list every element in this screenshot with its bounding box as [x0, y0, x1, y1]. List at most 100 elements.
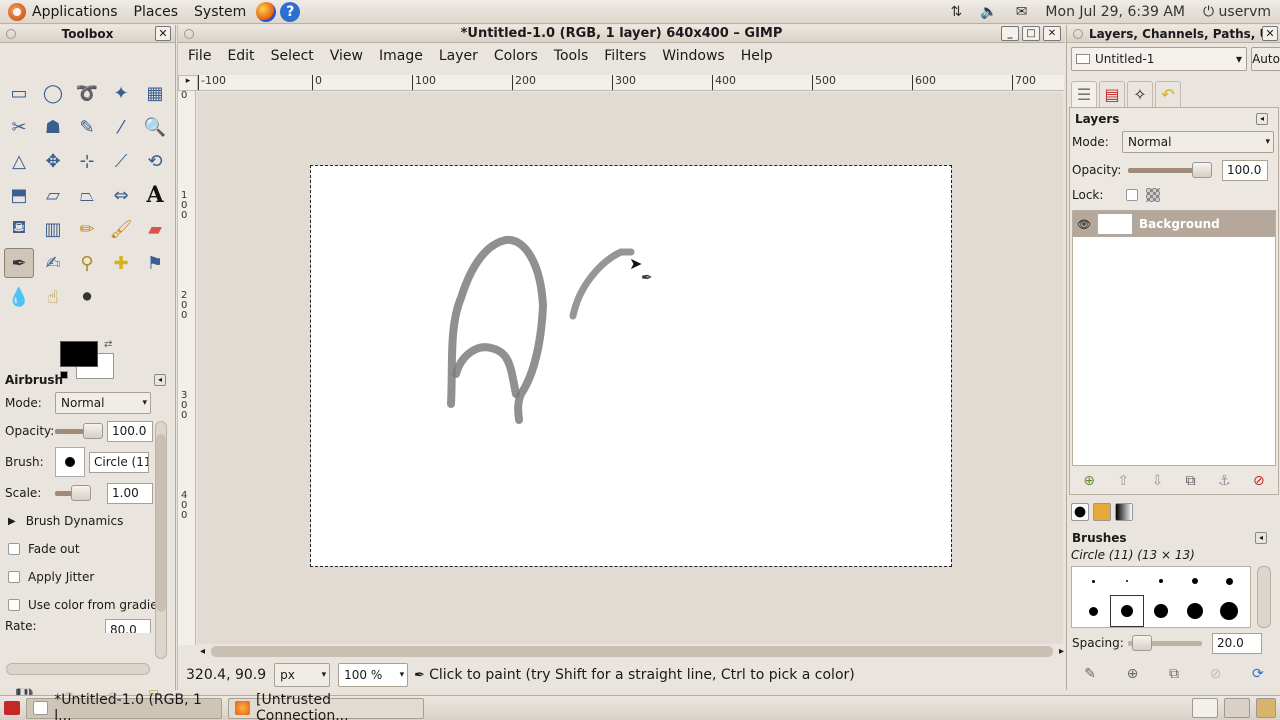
delete-layer-icon[interactable]: ⊘	[1253, 473, 1265, 489]
menu-tools[interactable]: Tools	[554, 48, 589, 64]
menu-view[interactable]: View	[330, 48, 363, 64]
image-window-titlebar[interactable]: *Untitled-1.0 (RGB, 1 layer) 640x400 – G…	[178, 25, 1065, 43]
clock[interactable]: Mon Jul 29, 6:39 AM	[1045, 4, 1185, 20]
brush-item[interactable]	[1212, 595, 1246, 627]
clone-icon[interactable]: ⚲	[72, 248, 102, 278]
auto-button[interactable]: Auto	[1251, 47, 1280, 71]
menu-select[interactable]: Select	[271, 48, 314, 64]
tab-patterns-icon[interactable]	[1093, 503, 1111, 521]
dodge-burn-icon[interactable]: ⚫	[72, 282, 102, 312]
brushes-menu-icon[interactable]: ◂	[1255, 532, 1267, 544]
spacing-spin[interactable]: 20.0	[1212, 632, 1262, 654]
blur-icon[interactable]: 💧	[4, 282, 34, 312]
layer-mode-combo[interactable]: Normal ▾	[1122, 131, 1274, 153]
edit-brush-icon[interactable]: ✎	[1084, 666, 1096, 682]
scroll-right-icon[interactable]: ▸	[1059, 646, 1064, 657]
tab-gradients-icon[interactable]	[1115, 503, 1133, 521]
applications-menu[interactable]: Applications	[0, 0, 126, 24]
paintbrush-icon[interactable]: 🖌	[106, 214, 136, 244]
rect-select-icon[interactable]: ▭	[4, 78, 34, 108]
tool-options-scrollbar[interactable]	[155, 421, 167, 659]
layer-opacity-slider[interactable]	[1128, 161, 1212, 178]
brush-item[interactable]	[1144, 567, 1178, 595]
duplicate-brush-icon[interactable]: ⧉	[1169, 666, 1179, 682]
blend-icon[interactable]: ▥	[38, 214, 68, 244]
menu-help[interactable]: Help	[741, 48, 773, 64]
user-menu[interactable]: ⏻ uservm	[1203, 4, 1271, 20]
visibility-eye-icon[interactable]: 👁	[1073, 218, 1095, 231]
workspace-2[interactable]	[1224, 698, 1250, 718]
text-tool-icon[interactable]: A	[140, 180, 170, 210]
canvas-area[interactable]: ➤ ✒	[197, 92, 1063, 644]
brush-preview[interactable]	[55, 447, 85, 477]
shear-icon[interactable]: ▱	[38, 180, 68, 210]
brush-item[interactable]	[1212, 567, 1246, 595]
paint-mode-combo[interactable]: Normal ▾	[55, 392, 151, 414]
refresh-brushes-icon[interactable]: ⟳	[1252, 666, 1264, 682]
layers-menu-icon[interactable]: ◂	[1256, 113, 1268, 125]
window-menu-icon[interactable]	[184, 29, 194, 39]
task-firefox[interactable]: [Untrusted Connection...	[228, 692, 424, 720]
close-toolbox-button[interactable]: ✕	[155, 26, 171, 41]
anchor-layer-icon[interactable]: ⚓	[1218, 473, 1231, 489]
window-menu-icon[interactable]	[1073, 29, 1083, 39]
swap-colors-icon[interactable]: ⇄	[104, 339, 112, 350]
fade-out-row[interactable]: Fade out	[0, 535, 176, 563]
scale-slider[interactable]	[55, 484, 91, 501]
brush-item[interactable]	[1076, 595, 1110, 627]
zoom-icon[interactable]: 🔍	[140, 112, 170, 142]
task-gimp-image[interactable]: *Untitled-1.0 (RGB, 1 l...	[26, 692, 222, 720]
move-icon[interactable]: ✥	[38, 146, 68, 176]
fuzzy-select-icon[interactable]: ✦	[106, 78, 136, 108]
dock-titlebar[interactable]: Layers, Channels, Paths, U ✕	[1067, 25, 1280, 43]
mail-icon[interactable]: ✉	[1016, 4, 1028, 20]
trash-icon[interactable]	[1256, 698, 1276, 718]
layer-opacity-spin[interactable]: 100.0	[1222, 159, 1268, 181]
scale-icon[interactable]: ⬒	[4, 180, 34, 210]
use-color-checkbox[interactable]	[8, 599, 20, 611]
brush-dynamics-expander[interactable]: ▶ Brush Dynamics	[0, 507, 176, 535]
tab-paths-icon[interactable]: ✧	[1127, 81, 1153, 107]
tab-brushes-icon[interactable]	[1071, 503, 1089, 521]
menu-filters[interactable]: Filters	[604, 48, 646, 64]
image-select-combo[interactable]: Untitled-1 ▾	[1071, 47, 1247, 71]
rate-spin[interactable]: 80.0	[105, 619, 151, 633]
volume-icon[interactable]: 🔈	[980, 4, 997, 20]
opacity-slider[interactable]	[55, 422, 103, 439]
places-menu[interactable]: Places	[126, 0, 187, 24]
perspective-icon[interactable]: ⏢	[72, 180, 102, 210]
paths-icon[interactable]: ✎	[72, 112, 102, 142]
perspective-clone-icon[interactable]: ⚑	[140, 248, 170, 278]
close-window-button[interactable]: ✕	[1043, 26, 1061, 41]
ink-icon[interactable]: ✍	[38, 248, 68, 278]
new-brush-icon[interactable]: ⊕	[1127, 666, 1139, 682]
brush-name-field[interactable]: Circle (11)	[89, 451, 149, 473]
measure-icon[interactable]: △	[4, 146, 34, 176]
brush-item[interactable]	[1178, 595, 1212, 627]
brush-item[interactable]	[1076, 567, 1110, 595]
layer-row-background[interactable]: 👁 Background	[1073, 211, 1275, 237]
bucket-fill-icon[interactable]: ⛾	[4, 214, 34, 244]
duplicate-layer-icon[interactable]: ⧉	[1186, 473, 1196, 489]
firefox-icon[interactable]	[256, 1, 277, 22]
window-menu-icon[interactable]	[6, 29, 16, 39]
scissors-icon[interactable]: ✂	[4, 112, 34, 142]
brush-item-selected[interactable]	[1110, 595, 1144, 627]
brush-item[interactable]	[1144, 595, 1178, 627]
menu-edit[interactable]: Edit	[227, 48, 254, 64]
menu-colors[interactable]: Colors	[494, 48, 538, 64]
color-picker-icon[interactable]: ⁄	[106, 112, 136, 142]
lower-layer-icon[interactable]: ⇩	[1151, 473, 1163, 489]
use-color-row[interactable]: Use color from gradie	[0, 591, 176, 619]
help-icon[interactable]: ?	[280, 1, 301, 22]
tab-channels-icon[interactable]: ▤	[1099, 81, 1125, 107]
scale-spin[interactable]: 1.00	[107, 482, 153, 504]
brush-item[interactable]	[1110, 567, 1144, 595]
foreground-select-icon[interactable]: ☗	[38, 112, 68, 142]
new-layer-icon[interactable]: ⊕	[1083, 473, 1095, 489]
airbrush-icon[interactable]: ✒	[4, 248, 34, 278]
horizontal-ruler[interactable]: -100 0 100 200 300 400 500 600 700	[198, 75, 1064, 91]
brush-item[interactable]	[1178, 567, 1212, 595]
brush-scrollbar[interactable]	[1257, 566, 1271, 628]
zoom-combo[interactable]: 100 % ▾	[338, 663, 409, 687]
